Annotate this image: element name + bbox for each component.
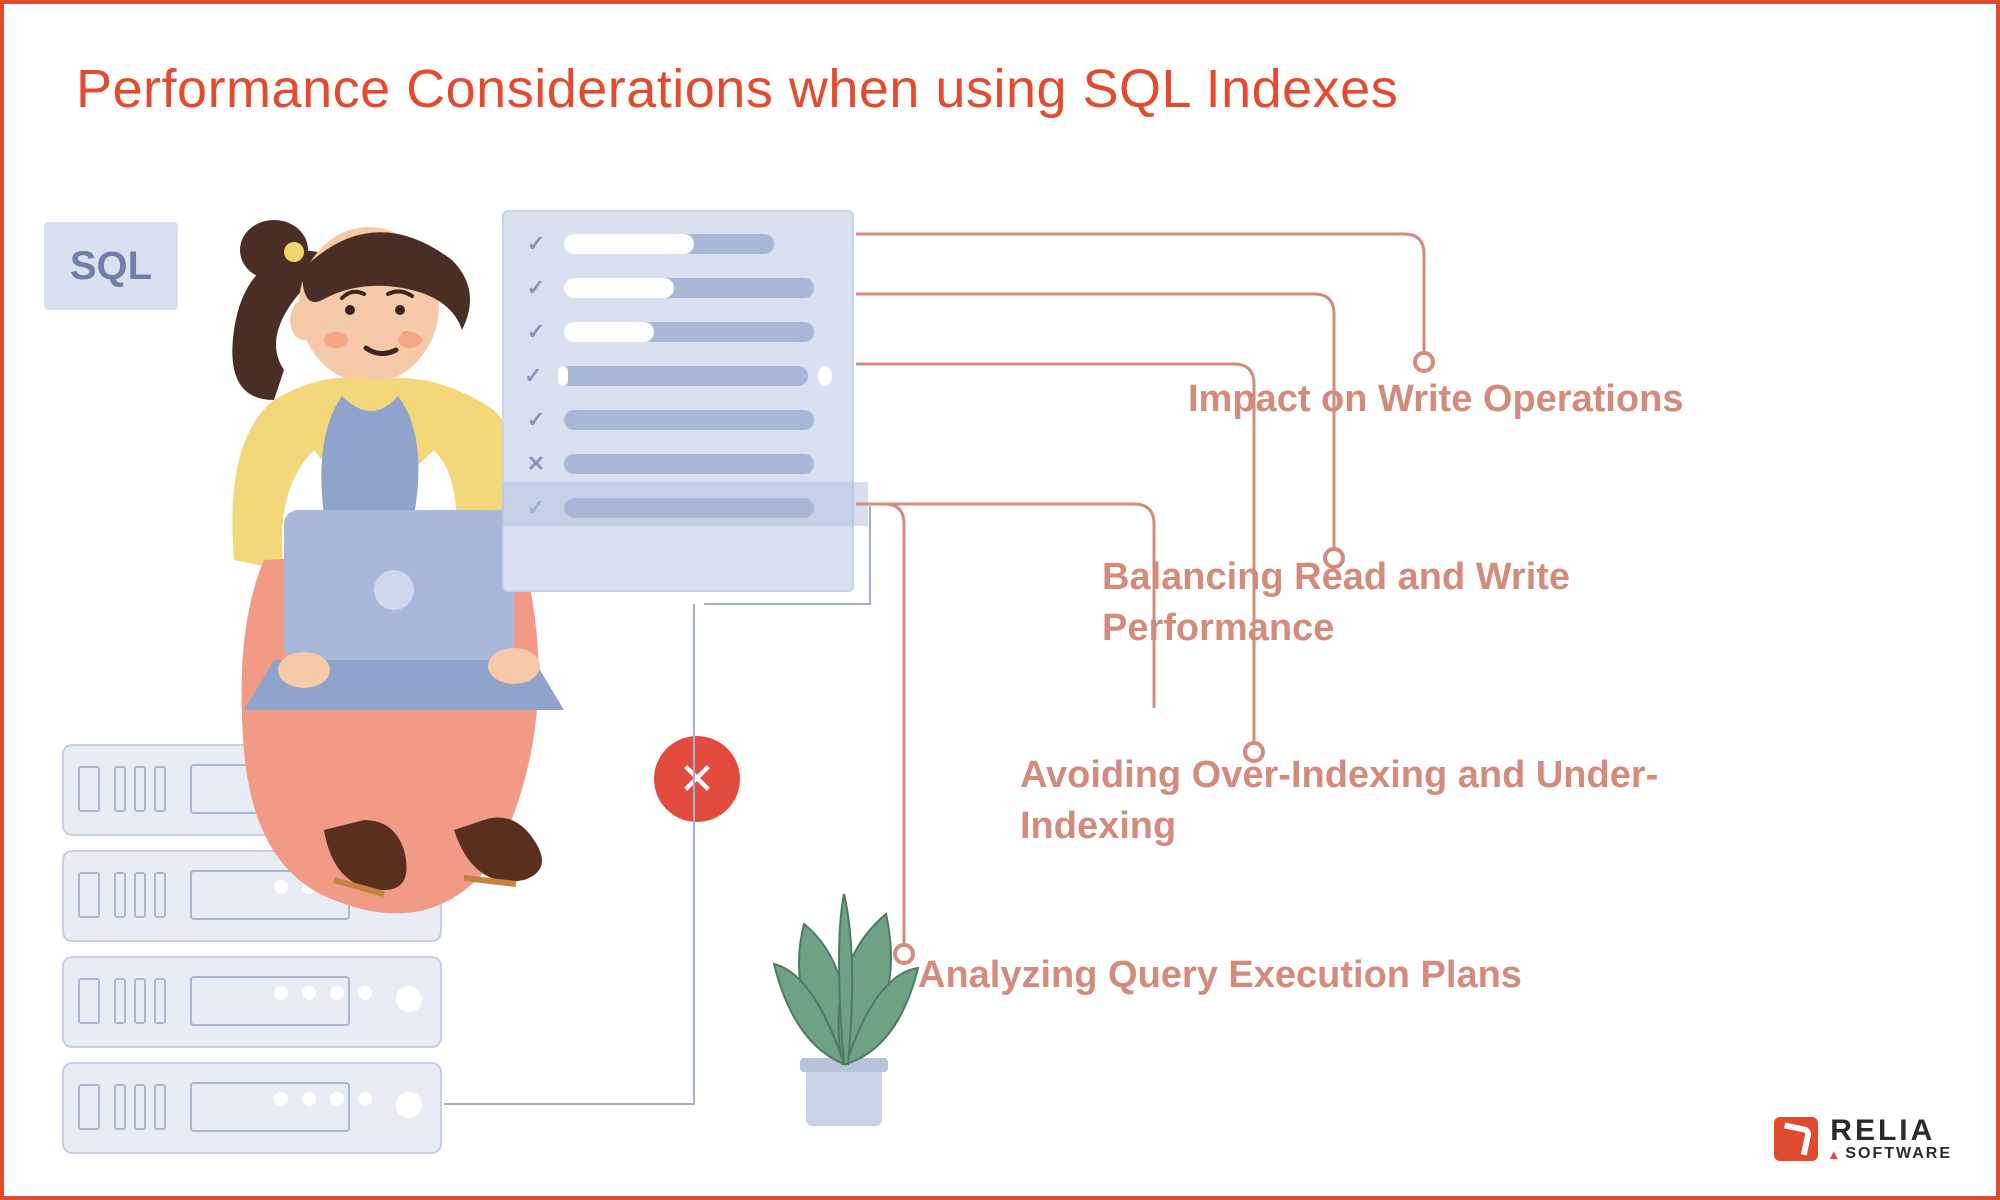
- checklist-row: ✓: [524, 320, 832, 344]
- progress-bar: [564, 234, 774, 254]
- check-mark-icon: ✓: [524, 320, 548, 344]
- check-mark-icon: ✓: [524, 232, 548, 256]
- progress-bar: [558, 366, 808, 386]
- checklist-row: ✓: [524, 276, 832, 300]
- brand-name: RELIA: [1830, 1116, 1952, 1146]
- check-mark-icon: ✓: [524, 408, 548, 432]
- checklist-row: ✕: [524, 452, 832, 476]
- progress-bar: [564, 278, 814, 298]
- error-x-badge: ✕: [654, 736, 740, 822]
- server-unit: [62, 956, 442, 1048]
- checklist-row: ✓: [524, 364, 832, 388]
- progress-bar: [564, 322, 814, 342]
- checklist-row: ✓: [524, 408, 832, 432]
- checklist-row: ✓: [524, 496, 832, 520]
- point-balance-rw: Balancing Read and Write Performance: [1102, 552, 1802, 655]
- point-over-under: Avoiding Over-Indexing and Under-Indexin…: [1020, 750, 1720, 853]
- check-mark-icon: ✓: [524, 364, 542, 388]
- point-impact-write: Impact on Write Operations: [1188, 374, 1683, 425]
- progress-handle: [818, 366, 832, 386]
- check-mark-icon: ✓: [524, 276, 548, 300]
- x-icon: ✕: [679, 754, 716, 805]
- x-mark-icon: ✕: [524, 452, 548, 476]
- server-unit: [62, 1062, 442, 1154]
- brand-sub: SOFTWARE: [1845, 1146, 1952, 1162]
- brand-mark-icon: [1774, 1117, 1818, 1161]
- progress-bar: [564, 454, 814, 474]
- page-title: Performance Considerations when using SQ…: [76, 58, 1398, 120]
- checklist-card: ✓ ✓ ✓ ✓ ✓ ✕ ✓: [502, 210, 854, 592]
- progress-bar: [564, 410, 814, 430]
- progress-bar: [564, 498, 814, 518]
- brand-logo: RELIA SOFTWARE: [1774, 1116, 1952, 1162]
- checklist-row: ✓: [524, 232, 832, 256]
- diagram-frame: Performance Considerations when using SQ…: [0, 0, 2000, 1200]
- plant-illustration: [744, 834, 944, 1134]
- point-query-plans: Analyzing Query Execution Plans: [918, 950, 1522, 1001]
